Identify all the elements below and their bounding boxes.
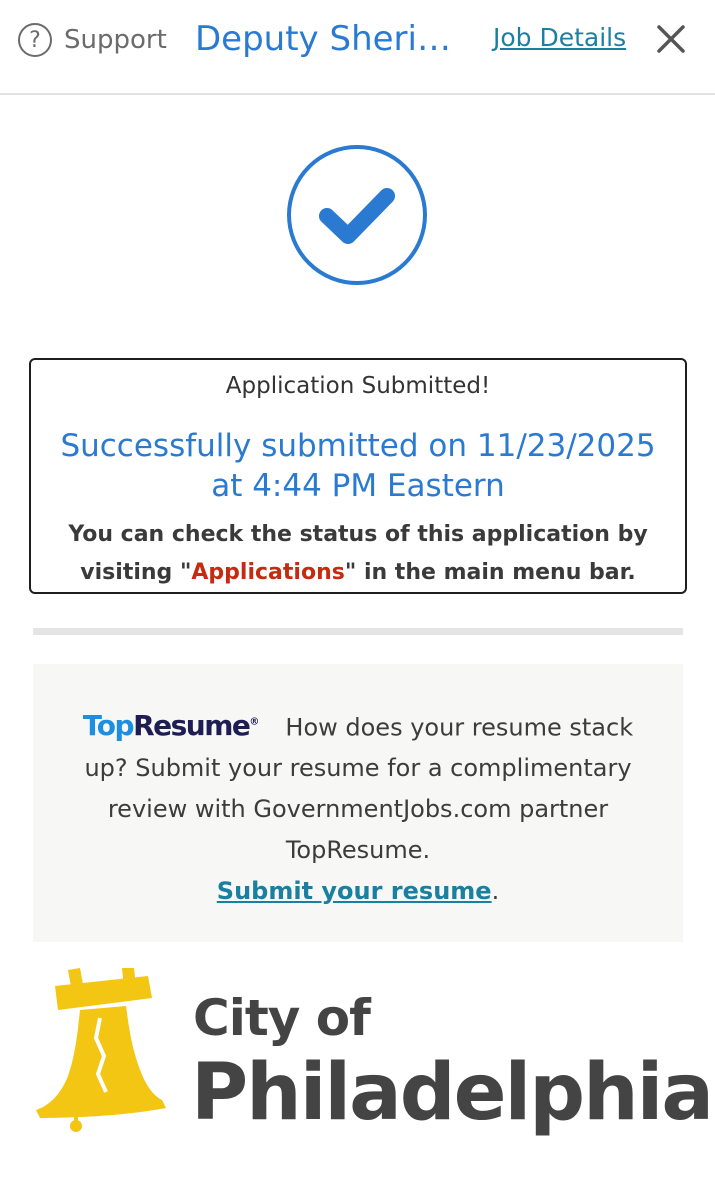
status-note-text-end: " in the main menu bar.	[344, 560, 636, 585]
close-button[interactable]	[650, 18, 692, 60]
top-bar: ? Support Deputy Sheriff ... Job Details	[0, 0, 715, 95]
logo-top: Top	[82, 709, 135, 743]
city-of-philadelphia-logo: City of Philadelphia	[30, 968, 714, 1138]
status-note: You can check the status of this applica…	[51, 516, 665, 592]
section-divider	[33, 628, 683, 635]
support-label: Support	[64, 25, 167, 55]
logo-registered-mark: ®	[249, 717, 260, 728]
promo-text-block: TopResume® How does your resume stack up?…	[63, 702, 653, 912]
question-circle-icon: ?	[18, 23, 52, 57]
submitted-timestamp-message: Successfully submitted on 11/23/2025 at …	[60, 428, 656, 504]
confirmation-heading: Application Submitted!	[225, 373, 491, 399]
close-icon	[657, 25, 685, 53]
link-suffix: .	[491, 877, 500, 906]
submit-resume-link[interactable]: Submit your resume	[217, 877, 492, 905]
support-button[interactable]: ? Support	[18, 20, 167, 60]
topresume-logo: TopResume®	[83, 709, 260, 742]
logo-city-of: City of	[193, 989, 371, 1047]
logo-philadelphia: Philadelphia	[191, 1048, 714, 1138]
liberty-bell-icon	[36, 968, 166, 1132]
job-title: Deputy Sheriff ...	[195, 19, 470, 59]
submission-confirmation-box: Application Submitted! Successfully subm…	[29, 358, 687, 594]
check-circle-icon	[287, 145, 427, 285]
applications-highlight: Applications	[191, 560, 345, 585]
logo-resume: Resume	[133, 709, 251, 743]
job-details-link[interactable]: Job Details	[493, 20, 626, 56]
topresume-promo: TopResume® How does your resume stack up?…	[33, 664, 683, 942]
